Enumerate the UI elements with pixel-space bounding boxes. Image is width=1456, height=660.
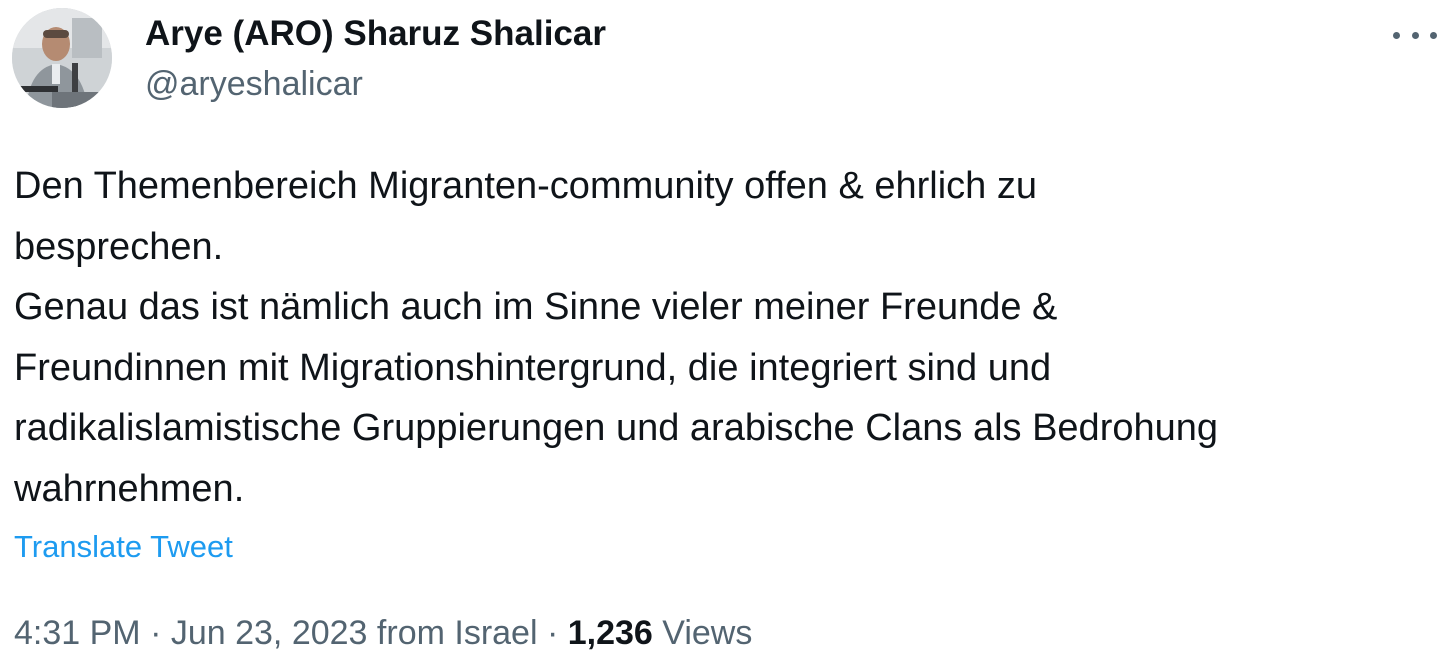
tweet-text-line: besprechen. (14, 225, 224, 268)
tweet-text-line: radikalislamistische Gruppierungen und a… (14, 407, 1219, 449)
tweet-location: from Israel (376, 614, 538, 652)
tweet-meta: 4:31 PM · Jun 23, 2023 from Israel · 1,2… (14, 612, 752, 654)
more-dot (1393, 31, 1400, 39)
views-count: 1,236 (567, 614, 653, 652)
more-dot (1411, 31, 1419, 39)
avatar[interactable] (12, 8, 112, 108)
author-handle[interactable]: @aryeshalicar (145, 64, 363, 104)
meta-separator: · (140, 614, 171, 652)
tweet-card: Arye (ARO) Sharuz Shalicar @aryeshalicar… (0, 0, 1456, 660)
author-display-name[interactable]: Arye (ARO) Sharuz Shalicar (145, 13, 606, 55)
tweet-date[interactable]: Jun 23, 2023 (171, 614, 368, 652)
more-dot (1430, 31, 1437, 39)
tweet-text-line: Freundinnen mit Migrationshintergrund, d… (14, 346, 1052, 389)
tweet-time[interactable]: 4:31 PM (14, 614, 141, 652)
tweet-text-line: Genau das ist nämlich auch im Sinne viel… (14, 286, 1058, 328)
profile-photo-icon (12, 8, 112, 108)
tweet-text: Den Themenbereich Migranten-community of… (14, 156, 1434, 519)
more-options-icon[interactable] (1393, 26, 1437, 44)
tweet-text-line: Den Themenbereich Migranten-community of… (14, 165, 1037, 207)
views-label: Views (662, 614, 753, 652)
meta-separator: · (537, 614, 568, 652)
tweet-text-line: wahrnehmen. (14, 467, 245, 510)
translate-tweet-link[interactable]: Translate Tweet (14, 528, 233, 566)
